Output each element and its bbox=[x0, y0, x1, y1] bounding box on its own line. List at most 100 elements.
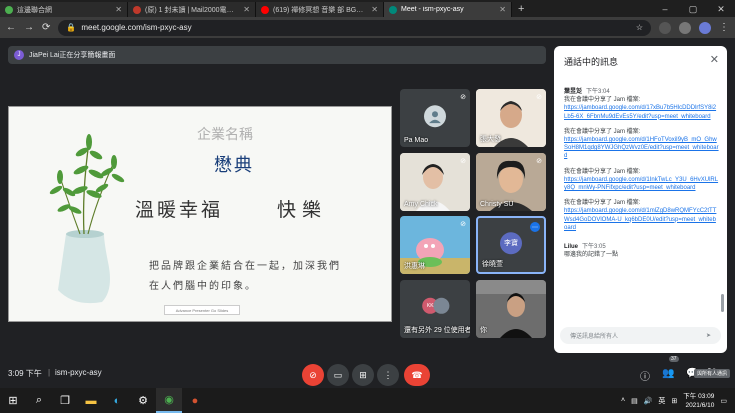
presenting-banner: J JiaPei Lai正在分享簡報畫面 bbox=[8, 46, 546, 64]
back-arrow-icon[interactable]: ← bbox=[6, 22, 16, 33]
chat-scrollbar[interactable] bbox=[721, 294, 724, 312]
maximize-button[interactable]: ▢ bbox=[679, 2, 707, 17]
notification-icon[interactable]: ▭ bbox=[720, 397, 727, 405]
new-tab-button[interactable]: + bbox=[512, 2, 530, 17]
camera-toggle-button[interactable]: ▭ bbox=[327, 364, 349, 386]
input-language[interactable]: 英 bbox=[658, 396, 665, 406]
chat-input-placeholder: 傳送訊息給所有人 bbox=[570, 334, 619, 340]
participant-tile[interactable]: ⊘ 洪惠琳 bbox=[400, 216, 470, 274]
participant-tile[interactable]: ⊘ Pa Mao bbox=[400, 89, 470, 147]
mic-muted-icon: ⊘ bbox=[460, 221, 466, 228]
participant-name: 徐曉萱 bbox=[482, 261, 503, 268]
star-icon[interactable]: ☆ bbox=[636, 23, 643, 32]
extension-icon[interactable] bbox=[659, 21, 671, 34]
slide-slogan: 快樂 bbox=[277, 199, 328, 221]
forward-arrow-icon[interactable]: → bbox=[24, 22, 34, 33]
mic-toggle-button[interactable]: ⊘ bbox=[302, 364, 324, 386]
more-options-button[interactable]: ⋮ bbox=[377, 364, 399, 386]
participant-name: Christy SU bbox=[480, 201, 514, 208]
presenting-text: JiaPei Lai正在分享簡報畫面 bbox=[29, 52, 116, 59]
mic-muted-icon: ⊘ bbox=[460, 158, 466, 165]
camera-icon: ▭ bbox=[333, 369, 343, 380]
participant-tile-speaking[interactable]: 李寶 ⋯ 徐曉萱 bbox=[476, 216, 546, 274]
leave-call-button[interactable]: ☎ bbox=[404, 364, 430, 386]
browser-tab[interactable]: (619) 禪修冥想 音樂 部 BGM... ✕ bbox=[256, 2, 384, 17]
meeting-control-bar: 3:09 下午 | ism-pxyc-asy ⊘ ▭ ⊞ ⋮ ☎ ⓘ 👥 37 … bbox=[0, 356, 735, 388]
browser-toolbar: ← → ⟳ 🔒 meet.google.com/ism-pxyc-asy ☆ ⋮ bbox=[0, 17, 735, 38]
slide-slogan: 溫暖幸福 bbox=[135, 199, 224, 221]
info-icon[interactable]: ⓘ bbox=[640, 368, 650, 383]
participant-name: Amy Chick bbox=[404, 201, 438, 208]
network-icon[interactable]: ▤ bbox=[631, 397, 638, 405]
present-icon: ⊞ bbox=[359, 369, 367, 380]
chat-message-list: 葉昱彣 下午3:04 我在會議中分享了 Jam 檔案: https://jambo… bbox=[564, 84, 719, 259]
chat-message-text: 我在會議中分享了 Jam 檔案: bbox=[564, 128, 641, 135]
chrome-browser-icon[interactable]: ◉ bbox=[156, 388, 182, 413]
os-taskbar: ⊞ ⌕ ❐ ▬ ◐ ⚙ ◉ ● ˄ ▤ 🔊 英 ⊞ 下午 03:09 2021/… bbox=[0, 388, 735, 413]
browser-tab[interactable]: (原) 1 封未讀 | Mail2000電子信... ✕ bbox=[128, 2, 256, 17]
chat-link[interactable]: https://jamboard.google.com/d/17xBu7b5Hl… bbox=[564, 104, 719, 120]
meeting-clock: 3:09 下午 bbox=[8, 369, 42, 378]
extension-icon[interactable] bbox=[679, 21, 691, 34]
send-icon[interactable]: ➤ bbox=[706, 332, 711, 339]
browser-tab-strip: 這邊聯合網 ✕ (原) 1 封未讀 | Mail2000電子信... ✕ (61… bbox=[0, 0, 735, 17]
participant-name: 張大發 bbox=[480, 136, 501, 143]
tab-close-icon[interactable]: ✕ bbox=[115, 5, 122, 14]
tab-close-icon[interactable]: ✕ bbox=[243, 5, 250, 14]
chat-message-text: 我在會議中分享了 Jam 檔案: bbox=[564, 97, 641, 104]
chat-message-text: 我在會議中分享了 Jam 檔案: bbox=[564, 168, 641, 175]
reload-icon[interactable]: ⟳ bbox=[42, 22, 50, 33]
lock-icon: 🔒 bbox=[66, 23, 77, 32]
slide-presenter-bar[interactable]: Advance Presenter Go Slides bbox=[164, 305, 240, 315]
chat-sender: 葉昱彣 下午3:04 bbox=[564, 89, 610, 95]
profile-avatar[interactable] bbox=[699, 21, 711, 34]
chat-link[interactable]: https://jamboard.google.com/d/1HFoTVoxiI… bbox=[564, 136, 719, 161]
tab-label: (619) 禪修冥想 音樂 部 BGM... bbox=[273, 6, 368, 14]
tab-close-icon[interactable]: ✕ bbox=[499, 5, 506, 14]
phone-hangup-icon: ☎ bbox=[411, 369, 423, 380]
chat-input[interactable]: 傳送訊息給所有人 ➤ bbox=[560, 327, 721, 344]
avatar: J bbox=[14, 50, 24, 60]
close-icon[interactable]: ✕ bbox=[710, 53, 719, 66]
chat-panel: 通話中的訊息 ✕ 葉昱彣 下午3:04 我在會議中分享了 Jam 檔案: http… bbox=[554, 46, 727, 353]
chat-link[interactable]: https://jamboard.google.com/d/1mlZgD8wRQ… bbox=[564, 207, 719, 232]
tab-close-icon[interactable]: ✕ bbox=[371, 5, 378, 14]
system-clock[interactable]: 下午 03:09 2021/6/10 bbox=[683, 392, 714, 410]
chat-tooltip: 與所有人通訊 bbox=[694, 369, 731, 378]
present-button[interactable]: ⊞ bbox=[352, 364, 374, 386]
browser-tab[interactable]: 這邊聯合網 ✕ bbox=[0, 2, 128, 17]
tab-favicon-icon bbox=[261, 5, 269, 14]
participant-tile[interactable]: ⊘ Christy SU bbox=[476, 153, 546, 211]
task-view-icon[interactable]: ❐ bbox=[52, 388, 78, 413]
file-explorer-icon[interactable]: ▬ bbox=[78, 388, 104, 413]
minimize-button[interactable]: – bbox=[651, 2, 679, 17]
participant-tile-self[interactable]: 你 bbox=[476, 280, 546, 338]
tab-label: Meet - ism-pxyc-asy bbox=[401, 6, 464, 13]
address-bar[interactable]: 🔒 meet.google.com/ism-pxyc-asy ☆ bbox=[58, 19, 651, 36]
grid-icon[interactable]: ⊞ bbox=[671, 397, 677, 405]
start-windows-icon[interactable]: ⊞ bbox=[0, 388, 26, 413]
tab-favicon-icon bbox=[5, 5, 13, 14]
participant-tile[interactable]: ⊘ Amy Chick bbox=[400, 153, 470, 211]
chevron-up-icon[interactable]: ˄ bbox=[621, 397, 625, 404]
tab-favicon-icon bbox=[133, 5, 141, 14]
participant-tile-others[interactable]: KK 還有另外 29 位使用者 bbox=[400, 280, 470, 338]
browser-tab-active[interactable]: Meet - ism-pxyc-asy ✕ bbox=[384, 2, 512, 17]
mic-off-icon: ⊘ bbox=[309, 369, 317, 380]
powerpoint-icon[interactable]: ● bbox=[182, 388, 208, 413]
divider: | bbox=[48, 368, 51, 377]
more-vert-icon: ⋮ bbox=[383, 369, 393, 380]
volume-icon[interactable]: 🔊 bbox=[644, 397, 653, 405]
settings-gear-icon[interactable]: ⚙ bbox=[130, 388, 156, 413]
participant-tile[interactable]: ⊘ 張大發 bbox=[476, 89, 546, 147]
presentation-slide: 企業名稱 懋典 溫暖幸福 快樂 把品牌跟企業結合在一起，加深我們 在人們腦中的印… bbox=[8, 106, 392, 322]
chat-link[interactable]: https://jamboard.google.com/d/1InkTwLc_Y… bbox=[564, 176, 719, 192]
menu-dots-icon[interactable]: ⋮ bbox=[719, 22, 729, 33]
edge-browser-icon[interactable]: ◐ bbox=[104, 388, 130, 413]
tab-label: 這邊聯合網 bbox=[17, 6, 52, 14]
more-options-icon[interactable]: ⋯ bbox=[530, 222, 540, 232]
people-icon[interactable]: 👥 bbox=[662, 368, 674, 379]
search-icon[interactable]: ⌕ bbox=[26, 388, 52, 413]
slide-body-text: 把品牌跟企業結合在一起，加深我們 bbox=[149, 261, 341, 272]
close-window-button[interactable]: ✕ bbox=[707, 2, 735, 17]
